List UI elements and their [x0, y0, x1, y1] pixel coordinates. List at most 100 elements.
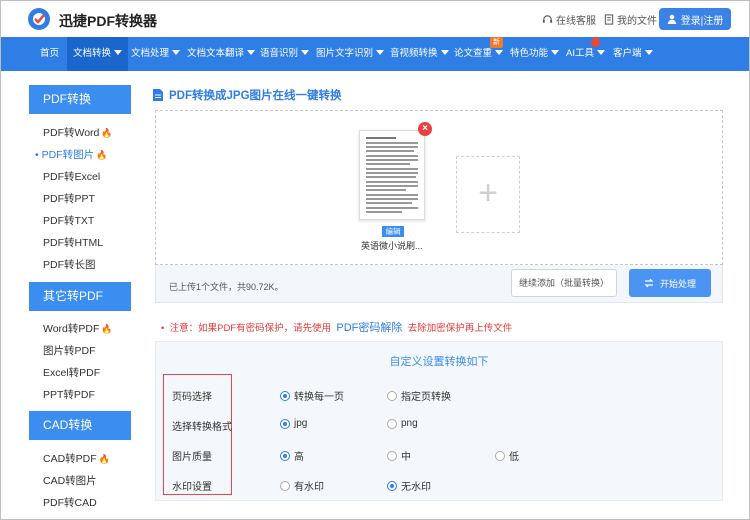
nav-speech-recognition[interactable]: 语音识别	[260, 37, 310, 71]
thumb-line	[366, 163, 410, 165]
sidebar-head-pdf-convert: PDF转换	[29, 85, 131, 114]
fire-icon: 🔥	[96, 150, 108, 160]
thumb-line	[366, 168, 418, 170]
radio-unchecked-icon	[387, 450, 397, 461]
sidebar-item-label: PDF转图片	[41, 149, 95, 161]
file-name: 英语微小说刷...	[361, 241, 423, 251]
my-files-label: 我的文件	[617, 16, 657, 27]
main-nav: 首页 文档转换 文档处理 文档文本翻译 语音识别 图片文字识别 音视频转换 论文…	[1, 37, 749, 71]
radio-quality-low[interactable]: 低	[495, 448, 519, 463]
settings-title: 自定义设置转换如下	[389, 356, 489, 368]
file-thumbnail[interactable]	[359, 130, 425, 220]
start-process-label: 开始处理	[659, 278, 696, 289]
top-bar: 迅捷PDF转换器 在线客服 我的文件 登录|注册	[1, 1, 749, 37]
sidebar-item-pdf-to-word[interactable]: PDF转Word 🔥	[43, 125, 113, 140]
chevron-down-icon	[644, 50, 653, 55]
sidebar-item-pdf-to-txt[interactable]: PDF转TXT	[43, 213, 94, 228]
sidebar-item-word-to-pdf[interactable]: Word转PDF 🔥	[43, 321, 113, 336]
fire-icon: 🔥	[101, 324, 113, 334]
sidebar-item-pdf-to-excel[interactable]: PDF转Excel	[43, 169, 100, 184]
page-frame: 迅捷PDF转换器 在线客服 我的文件 登录|注册 首页 文档转换 文档处理 文档…	[0, 0, 750, 520]
chevron-down-icon	[495, 50, 504, 55]
login-register-button[interactable]: 登录|注册	[659, 8, 731, 30]
radio-checked-icon	[387, 480, 397, 491]
radio-quality-medium[interactable]: 中	[387, 448, 411, 463]
thumb-line	[366, 211, 402, 213]
password-notice: • 注意：如果PDF有密码保护，请先使用 PDF密码解除 去除加密保护再上传文件	[161, 319, 512, 335]
chevron-down-icon	[440, 50, 449, 55]
sidebar-item-label: Word转PDF	[43, 323, 100, 335]
brand-name[interactable]: 迅捷PDF转换器	[59, 11, 157, 31]
watermark-label: 水印设置	[172, 482, 212, 493]
radio-no-watermark[interactable]: 无水印	[387, 478, 431, 493]
notice-suffix: 去除加密保护再上传文件	[407, 323, 513, 334]
fire-icon: 🔥	[98, 454, 110, 464]
chevron-down-icon	[247, 50, 256, 55]
radio-specified-pages[interactable]: 指定页转换	[387, 388, 451, 403]
thumb-line	[366, 137, 396, 139]
start-process-button[interactable]: 开始处理	[629, 269, 711, 297]
thumb-line	[366, 185, 418, 187]
thumb-line	[366, 202, 412, 204]
radio-jpg[interactable]: jpg	[280, 418, 307, 429]
user-icon	[667, 14, 676, 24]
radio-convert-every-page[interactable]: 转换每一页	[280, 388, 344, 403]
radio-label: 无水印	[401, 482, 431, 493]
nav-doc-convert[interactable]: 文档转换	[67, 37, 129, 71]
add-file-plus-icon[interactable]: +	[456, 156, 520, 233]
remove-file-icon[interactable]: ×	[418, 122, 432, 136]
radio-label: png	[401, 418, 418, 429]
sidebar-item-pdf-to-html[interactable]: PDF转HTML	[43, 235, 103, 250]
radio-with-watermark[interactable]: 有水印	[280, 478, 324, 493]
sidebar-item-label: PDF转Word	[43, 127, 100, 139]
upload-area[interactable]	[155, 110, 723, 265]
nav-speech-recognition-label: 语音识别	[260, 48, 299, 59]
nav-image-ocr[interactable]: 图片文字识别	[316, 37, 385, 71]
nav-doc-convert-label: 文档转换	[73, 48, 112, 59]
radio-png[interactable]: png	[387, 418, 418, 429]
my-files-link[interactable]: 我的文件	[604, 12, 657, 27]
radio-label: 高	[294, 452, 304, 463]
thumb-line	[366, 142, 418, 144]
sidebar-item-cad-to-image[interactable]: CAD转图片	[43, 473, 97, 488]
radio-label: jpg	[294, 418, 308, 429]
chevron-down-icon	[114, 50, 123, 55]
continue-add-button[interactable]: 继续添加（批量转换）	[511, 269, 617, 297]
thumb-line	[366, 189, 406, 191]
radio-unchecked-icon	[387, 390, 397, 401]
notice-prefix: 注意：如果PDF有密码保护，请先使用	[169, 323, 332, 334]
radio-quality-high[interactable]: 高	[280, 448, 304, 463]
customer-service-label: 在线客服	[556, 16, 596, 27]
active-dot-icon: •	[35, 149, 42, 161]
pdf-password-remove-link[interactable]: PDF密码解除	[336, 322, 402, 334]
radio-label: 转换每一页	[294, 392, 344, 403]
fire-icon: 🔥	[101, 128, 113, 138]
sidebar-item-pdf-to-long-image[interactable]: PDF转长图	[43, 257, 96, 272]
radio-checked-icon	[280, 450, 290, 461]
sidebar-item-pdf-to-ppt[interactable]: PDF转PPT	[43, 191, 95, 206]
login-label: 登录|注册	[680, 15, 724, 27]
radio-checked-icon	[280, 390, 290, 401]
sidebar-item-pdf-to-cad[interactable]: PDF转CAD	[43, 495, 97, 510]
customer-service-link[interactable]: 在线客服	[542, 12, 596, 27]
sidebar-item-image-to-pdf[interactable]: 图片转PDF	[43, 343, 96, 358]
radio-label: 有水印	[294, 482, 324, 493]
nav-av-convert[interactable]: 音视频转换	[390, 37, 449, 71]
nav-client[interactable]: 客户端	[613, 37, 653, 71]
nav-doc-process-label: 文档处理	[131, 48, 170, 59]
sidebar-item-cad-to-pdf[interactable]: CAD转PDF 🔥	[43, 451, 110, 466]
sidebar-item-pdf-to-image[interactable]: • PDF转图片 🔥	[35, 147, 107, 162]
nav-home[interactable]: 首页	[31, 37, 68, 71]
thumb-line	[366, 181, 418, 183]
notice-bullet: •	[161, 323, 170, 334]
chevron-down-icon	[301, 50, 310, 55]
chevron-down-icon	[551, 50, 560, 55]
nav-home-label: 首页	[40, 48, 60, 59]
sidebar-item-excel-to-pdf[interactable]: Excel转PDF	[43, 365, 100, 380]
edit-file-button[interactable]: 编辑	[382, 226, 404, 237]
nav-doc-process[interactable]: 文档处理	[131, 37, 181, 71]
nav-features[interactable]: 特色功能	[510, 37, 560, 71]
nav-doc-translate[interactable]: 文档文本翻译	[187, 37, 256, 71]
sidebar-item-ppt-to-pdf[interactable]: PPT转PDF	[43, 387, 95, 402]
format-label: 选择转换格式	[172, 422, 232, 433]
